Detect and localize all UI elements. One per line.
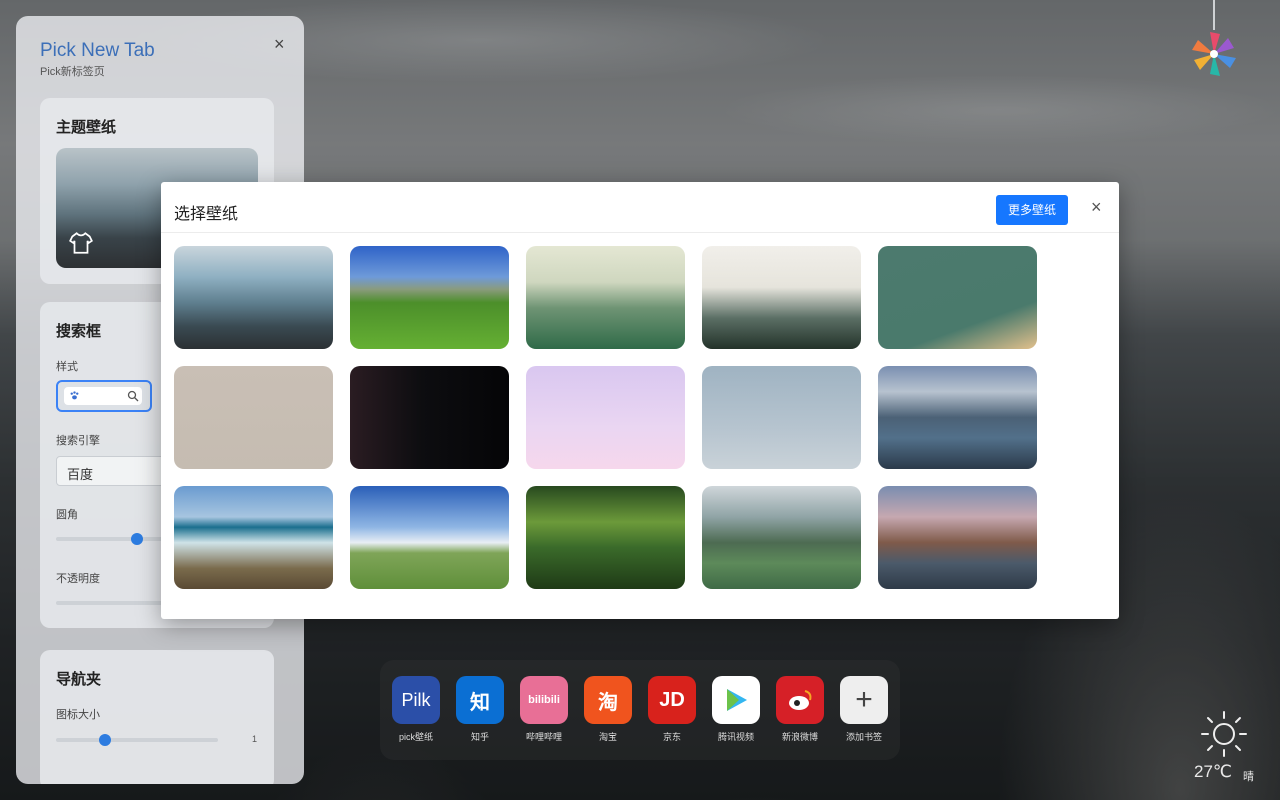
shirt-icon[interactable] <box>68 230 94 256</box>
wallpaper-modal: 选择壁纸 更多壁纸 × <box>161 182 1119 619</box>
dock-item-5[interactable]: 腾讯视频 <box>712 676 760 743</box>
wallpaper-thumbnail-anime-dark[interactable] <box>350 366 509 469</box>
dock-item-3[interactable]: 淘淘宝 <box>584 676 632 743</box>
dock-item-6[interactable]: 新浪微博 <box>776 676 824 743</box>
radius-label: 圆角 <box>56 509 78 521</box>
radius-slider-thumb[interactable] <box>131 533 144 545</box>
nav-heading: 导航夹 <box>56 671 102 688</box>
icon-size-slider[interactable] <box>56 738 218 742</box>
dock-label: 哔哩哔哩 <box>525 732 562 742</box>
wallpaper-thumbnail-anime-gray[interactable] <box>702 366 861 469</box>
dock-icon-pilk-icon[interactable]: Pilk <box>392 676 440 724</box>
panel-close-button[interactable]: × <box>274 34 285 55</box>
wallpaper-thumbnail-anime-pink[interactable] <box>526 366 685 469</box>
dock-label: 淘宝 <box>598 732 617 742</box>
engine-label: 搜索引擎 <box>56 435 100 447</box>
more-wallpapers-button[interactable]: 更多壁纸 <box>996 195 1068 225</box>
logo-cord <box>1213 0 1215 30</box>
icon-size-value: 1 <box>252 734 258 744</box>
wallpaper-thumbnail-blue-sky-field[interactable] <box>350 486 509 589</box>
wallpaper-thumbnail-anime-teal[interactable] <box>878 246 1037 349</box>
panel-subtitle: Pick新标签页 <box>40 66 105 78</box>
wallpaper-thumbnail-lake-reeds[interactable] <box>878 366 1037 469</box>
weather-condition: 晴 <box>1243 771 1254 783</box>
wallpaper-thumbnail-mountain-lake[interactable] <box>702 486 861 589</box>
weather-temperature: 27℃ <box>1194 762 1233 781</box>
dock-label: 添加书签 <box>845 732 882 742</box>
wallpaper-thumbnail-anime-beige[interactable] <box>174 366 333 469</box>
theme-heading: 主题壁纸 <box>56 119 117 136</box>
modal-close-button[interactable]: × <box>1091 197 1102 218</box>
icon-size-label: 图标大小 <box>56 709 100 721</box>
wallpaper-thumbnail-forest-path[interactable] <box>526 486 685 589</box>
dock-icon--icon[interactable]: + <box>840 676 888 724</box>
dock-item-0[interactable]: Pilk pick壁纸 <box>392 676 440 743</box>
dock-item-4[interactable]: JD 京东 <box>648 676 696 743</box>
search-heading: 搜索框 <box>56 323 102 340</box>
modal-title: 选择壁纸 <box>174 206 239 223</box>
nav-card: 导航夹 图标大小 1 <box>40 650 274 784</box>
wallpaper-thumbnail-green-meadow[interactable] <box>350 246 509 349</box>
dock-label: 腾讯视频 <box>717 732 754 742</box>
engine-select[interactable]: 百度 <box>56 456 176 486</box>
search-icon <box>127 390 139 402</box>
search-style-option[interactable] <box>56 380 152 412</box>
paw-icon <box>70 391 79 400</box>
dock-icon--icon[interactable]: 知 <box>456 676 504 724</box>
dock-label: 知乎 <box>470 732 489 742</box>
wallpaper-thumbnail-misty-forest[interactable] <box>526 246 685 349</box>
dock-icon-jd-icon[interactable]: JD <box>648 676 696 724</box>
sun-icon <box>1201 711 1247 757</box>
wallpaper-thumbnail-mountain-mist[interactable] <box>174 246 333 349</box>
dock-label: 新浪微博 <box>781 732 818 742</box>
wallpaper-thumbnail-white-forest[interactable] <box>702 246 861 349</box>
modal-header: 选择壁纸 更多壁纸 × <box>161 182 1119 233</box>
opacity-label: 不透明度 <box>56 573 100 585</box>
dock-item-2[interactable]: bilibili 哔哩哔哩 <box>520 676 568 743</box>
wallpaper-thumbnail-sea-arch[interactable] <box>878 486 1037 589</box>
pinwheel-logo-icon[interactable] <box>1188 28 1240 80</box>
wallpaper-thumbnail-coast-waves[interactable] <box>174 486 333 589</box>
dock-icon--icon[interactable]: 淘 <box>584 676 632 724</box>
search-style-label: 样式 <box>56 361 78 373</box>
dock-icon-play-icon[interactable] <box>712 676 760 724</box>
dock-label: pick壁纸 <box>398 732 433 742</box>
dock-item-7[interactable]: + 添加书签 <box>840 676 888 743</box>
dock-icon-weibo-icon[interactable] <box>776 676 824 724</box>
dock-label: 京东 <box>662 732 681 742</box>
panel-title: Pick New Tab <box>40 40 155 61</box>
dock-item-1[interactable]: 知知乎 <box>456 676 504 743</box>
dock-icon-bilibili-icon[interactable]: bilibili <box>520 676 568 724</box>
icon-size-slider-thumb[interactable] <box>99 734 111 746</box>
